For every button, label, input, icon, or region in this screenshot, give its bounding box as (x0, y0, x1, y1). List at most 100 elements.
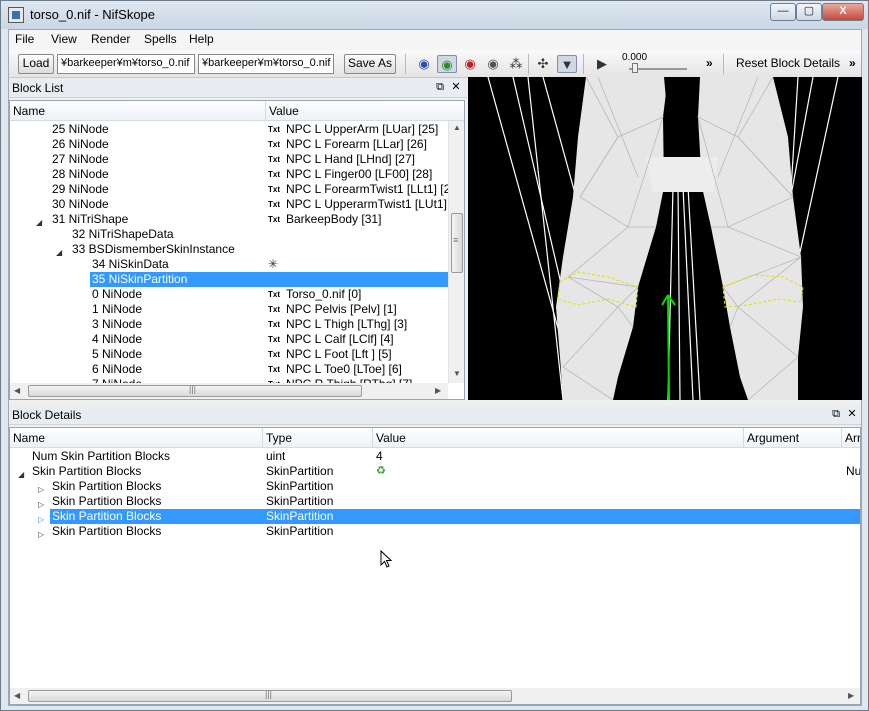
collapse-arrow-icon[interactable]: ▷ (38, 527, 44, 542)
menu-render[interactable]: Render (91, 32, 130, 46)
view-eye-icon[interactable]: ◉ (414, 55, 434, 73)
block-list-row[interactable]: 35 NiSkinPartition (10, 272, 448, 287)
save-as-button[interactable]: Save As (344, 54, 396, 74)
axis-align-icon[interactable]: ✣ (533, 55, 553, 73)
column-header-value[interactable]: Value (373, 428, 744, 448)
scroll-up-icon[interactable]: ▲ (453, 123, 461, 132)
column-header-name[interactable]: Name (10, 101, 266, 121)
scroll-right-icon[interactable]: ▶ (435, 386, 441, 395)
column-header-name[interactable]: Name (10, 428, 263, 448)
view-dropdown-icon[interactable]: ▼ (557, 55, 577, 73)
green-eye-icon[interactable]: ◉ (437, 55, 457, 73)
detail-row[interactable]: ▷ Skin Partition Blocks SkinPartition (10, 479, 860, 494)
block-list-row[interactable]: 5 NiNode Txt NPC L Foot [Lft ] [5] (10, 347, 448, 362)
grip-icon: ||| (265, 689, 273, 699)
block-list-row[interactable]: 26 NiNode Txt NPC L Forearm [LLar] [26] (10, 137, 448, 152)
detail-row[interactable]: Num Skin Partition Blocks uint 4 (10, 449, 860, 464)
block-list-row[interactable]: 25 NiNode Txt NPC L UpperArm [LUar] [25] (10, 122, 448, 137)
scroll-right-icon[interactable]: ▶ (848, 691, 854, 700)
float-icon[interactable]: ⧉ (829, 407, 843, 421)
close-button[interactable]: X (822, 3, 864, 21)
mouse-cursor-icon (380, 550, 393, 568)
block-name: 31 NiTriShape (52, 212, 129, 226)
block-value: NPC L Calf [LClf] [4] (286, 332, 394, 346)
block-list-row[interactable]: 30 NiNode Txt NPC L UpperarmTwist1 [LUt1] (10, 197, 448, 212)
3d-render-viewport[interactable] (468, 77, 862, 400)
block-value: NPC L Forearm [LLar] [26] (286, 137, 427, 151)
toolbar-separator (528, 54, 529, 74)
detail-row[interactable]: ◢ Skin Partition Blocks SkinPartition Nu ♻ (10, 464, 860, 479)
save-path-field[interactable]: ¥barkeeper¥m¥torso_0.nif (198, 54, 334, 74)
block-list-row[interactable]: 0 NiNode Txt Torso_0.nif [0] (10, 287, 448, 302)
block-list-title: Block List (12, 81, 64, 95)
menu-spells[interactable]: Spells (144, 32, 177, 46)
detail-type: SkinPartition (266, 524, 334, 538)
block-name: 35 NiSkinPartition (90, 272, 448, 287)
block-list-row[interactable]: 27 NiNode Txt NPC L Hand [LHnd] [27] (10, 152, 448, 167)
gray-eye-icon[interactable]: ◉ (483, 55, 503, 73)
block-list-vscroll-thumb[interactable]: ≡ (451, 213, 463, 273)
block-name: 25 NiNode (52, 122, 109, 136)
float-icon[interactable]: ⧉ (433, 80, 447, 94)
reset-block-details-button[interactable]: Reset Block Details (736, 56, 840, 70)
block-list-row[interactable]: 3 NiNode Txt NPC L Thigh [LThg] [3] (10, 317, 448, 332)
menu-view[interactable]: View (51, 32, 77, 46)
animation-slider-thumb[interactable] (632, 63, 638, 73)
play-icon[interactable]: ▶ (592, 55, 612, 73)
block-list-hscrollbar[interactable]: ◀ ||| ▶ (10, 383, 448, 399)
load-button[interactable]: Load (18, 54, 54, 74)
block-value: NPC L UpperarmTwist1 [LUt1] (286, 197, 447, 211)
block-list-row[interactable]: 29 NiNode Txt NPC L ForearmTwist1 [LLt1] [… (10, 182, 448, 197)
toolbar-more-button[interactable]: » (706, 56, 713, 70)
title-bar[interactable]: torso_0.nif - NifSkope — ▢ X (1, 1, 868, 29)
footprints-icon[interactable]: ⁂ (506, 55, 526, 73)
close-dock-icon[interactable]: ✕ (845, 407, 859, 421)
toolbar-separator (405, 54, 406, 74)
block-list-row[interactable]: 4 NiNode Txt NPC L Calf [LClf] [4] (10, 332, 448, 347)
maximize-button[interactable]: ▢ (796, 3, 822, 21)
app-window: torso_0.nif - NifSkope — ▢ X File View R… (0, 0, 869, 711)
block-list-row[interactable]: ◢ 33 BSDismemberSkinInstance (10, 242, 448, 257)
minimize-button[interactable]: — (770, 3, 796, 21)
text-type-icon: Txt (268, 185, 280, 194)
detail-row[interactable]: ▷ Skin Partition Blocks SkinPartition (10, 494, 860, 509)
block-name: 0 NiNode (92, 287, 143, 301)
window-title: torso_0.nif - NifSkope (30, 7, 156, 22)
menu-help[interactable]: Help (189, 32, 214, 46)
scroll-left-icon[interactable]: ◀ (14, 386, 20, 395)
block-details-tree[interactable]: Name Type Value Argument Arr Num Skin Pa… (9, 427, 861, 705)
link-star-icon: ✳ (268, 257, 279, 271)
column-header-argument[interactable]: Argument (744, 428, 842, 448)
recycle-icon: ♻ (376, 465, 386, 477)
red-eye-icon[interactable]: ◉ (460, 55, 480, 73)
block-name: 30 NiNode (52, 197, 109, 211)
block-list-hscroll-thumb[interactable]: ||| (28, 384, 362, 397)
block-details-hscroll-thumb[interactable]: ||| (28, 689, 512, 702)
torso-mesh-render (487, 77, 839, 400)
load-path-field[interactable]: ¥barkeeper¥m¥torso_0.nif (57, 54, 195, 74)
block-list-vscrollbar[interactable]: ▲ ≡ ▼ (448, 121, 464, 383)
column-header-value[interactable]: Value (266, 101, 464, 121)
block-list-tree[interactable]: Name Value 25 NiNode Txt NPC L UpperArm [L… (9, 100, 465, 400)
scroll-down-icon[interactable]: ▼ (453, 369, 461, 378)
block-details-hscrollbar[interactable]: ◀ ||| ▶ (10, 688, 860, 704)
detail-row[interactable]: ▷ Skin Partition Blocks SkinPartition (10, 509, 860, 524)
block-list-row[interactable]: 34 NiSkinData ✳ (10, 257, 448, 272)
detail-value: 4 (376, 449, 383, 463)
toolbar-overflow-button[interactable]: » (849, 56, 856, 70)
block-value: NPC L Finger00 [LF00] [28] (286, 167, 433, 181)
block-value: Torso_0.nif [0] (286, 287, 362, 301)
block-list-row[interactable]: 28 NiNode Txt NPC L Finger00 [LF00] [28] (10, 167, 448, 182)
block-details-title: Block Details (12, 408, 82, 422)
scroll-left-icon[interactable]: ◀ (14, 691, 20, 700)
menu-file[interactable]: File (15, 32, 34, 46)
block-list-row[interactable]: ◢ 31 NiTriShape Txt BarkeepBody [31] (10, 212, 448, 227)
block-list-row[interactable]: 6 NiNode Txt NPC L Toe0 [LToe] [6] (10, 362, 448, 377)
block-list-row[interactable]: 1 NiNode Txt NPC Pelvis [Pelv] [1] (10, 302, 448, 317)
detail-row[interactable]: ▷ Skin Partition Blocks SkinPartition (10, 524, 860, 542)
block-list-row[interactable]: 32 NiTriShapeData (10, 227, 448, 242)
block-value: NPC L UpperArm [LUar] [25] (286, 122, 439, 136)
column-header-type[interactable]: Type (263, 428, 373, 448)
column-header-array[interactable]: Arr (842, 428, 860, 448)
close-dock-icon[interactable]: ✕ (449, 80, 463, 94)
